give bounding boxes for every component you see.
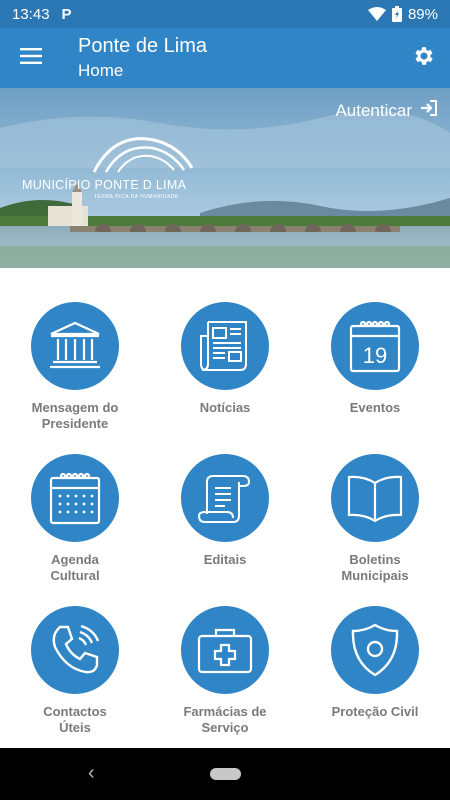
phone-icon [31, 606, 119, 694]
settings-button[interactable] [398, 28, 450, 88]
tile-label: Proteção Civil [331, 704, 419, 719]
home-pill-icon[interactable] [210, 768, 241, 780]
tile-label: Farmácias de Serviço [183, 704, 267, 735]
tile-boletins-municipais[interactable]: Boletins Municipais [300, 454, 450, 584]
building-columns-icon [31, 302, 119, 390]
tile-agenda-cultural[interactable]: Agenda Cultural [0, 454, 150, 584]
calendar-grid-icon [31, 454, 119, 542]
bridge-logo-icon [92, 137, 194, 173]
tile-label: Agenda Cultural [50, 552, 100, 583]
first-aid-kit-icon [181, 606, 269, 694]
tile-label: Notícias [199, 400, 251, 415]
tile-editais[interactable]: Editais [150, 454, 300, 568]
calendar-19-icon: 19 [331, 302, 419, 390]
app-subtitle: Home [78, 61, 124, 80]
tile-label: Mensagem do Presidente [31, 400, 119, 431]
hamburger-icon [20, 47, 42, 69]
brand-name: MUNICÍPIO PONTE D LIMA [22, 178, 187, 192]
tile-protecao-civil[interactable]: Proteção Civil [300, 606, 450, 720]
back-icon[interactable]: ‹ [88, 762, 95, 785]
services-grid: Mensagem do Presidente Notícias 19 Event… [0, 268, 450, 748]
scroll-icon [181, 454, 269, 542]
app-bar: Ponte de Lima Home [0, 28, 450, 88]
tile-label: Editais [203, 552, 247, 567]
sign-in-icon [420, 100, 438, 121]
notification-p-icon: P [61, 5, 72, 23]
tile-mensagem-presidente[interactable]: Mensagem do Presidente [0, 302, 150, 432]
open-book-icon [331, 454, 419, 542]
status-bar: 13:43 P 89% [0, 0, 450, 28]
app-titles: Ponte de Lima Home [78, 34, 207, 82]
shield-icon [331, 606, 419, 694]
battery-icon [391, 6, 402, 22]
brand-tagline: TERRA RICA DA HUMANIDADE [94, 194, 179, 200]
status-time: 13:43 [12, 5, 50, 23]
login-label: Autenticar [335, 100, 412, 120]
gear-icon [412, 44, 436, 73]
calendar-day-number: 19 [363, 343, 387, 368]
login-button[interactable]: Autenticar [335, 100, 438, 121]
hero-banner: Autenticar MUNICÍPIO PONTE D LIMA TERRA … [0, 88, 450, 268]
system-nav-bar: ‹ [0, 748, 450, 800]
tile-label: Contactos Úteis [43, 704, 107, 735]
tile-farmacias-servico[interactable]: Farmácias de Serviço [150, 606, 300, 736]
newspaper-icon [181, 302, 269, 390]
tile-label: Eventos [349, 400, 401, 415]
app-title: Ponte de Lima [78, 35, 207, 57]
tile-noticias[interactable]: Notícias [150, 302, 300, 416]
status-right: 89% [367, 5, 438, 23]
menu-button[interactable] [0, 28, 62, 88]
tile-eventos[interactable]: 19 Eventos [300, 302, 450, 416]
wifi-icon [367, 7, 386, 21]
battery-percent: 89% [407, 5, 438, 23]
tile-contactos-uteis[interactable]: Contactos Úteis [0, 606, 150, 736]
tile-label: Boletins Municipais [341, 552, 409, 583]
